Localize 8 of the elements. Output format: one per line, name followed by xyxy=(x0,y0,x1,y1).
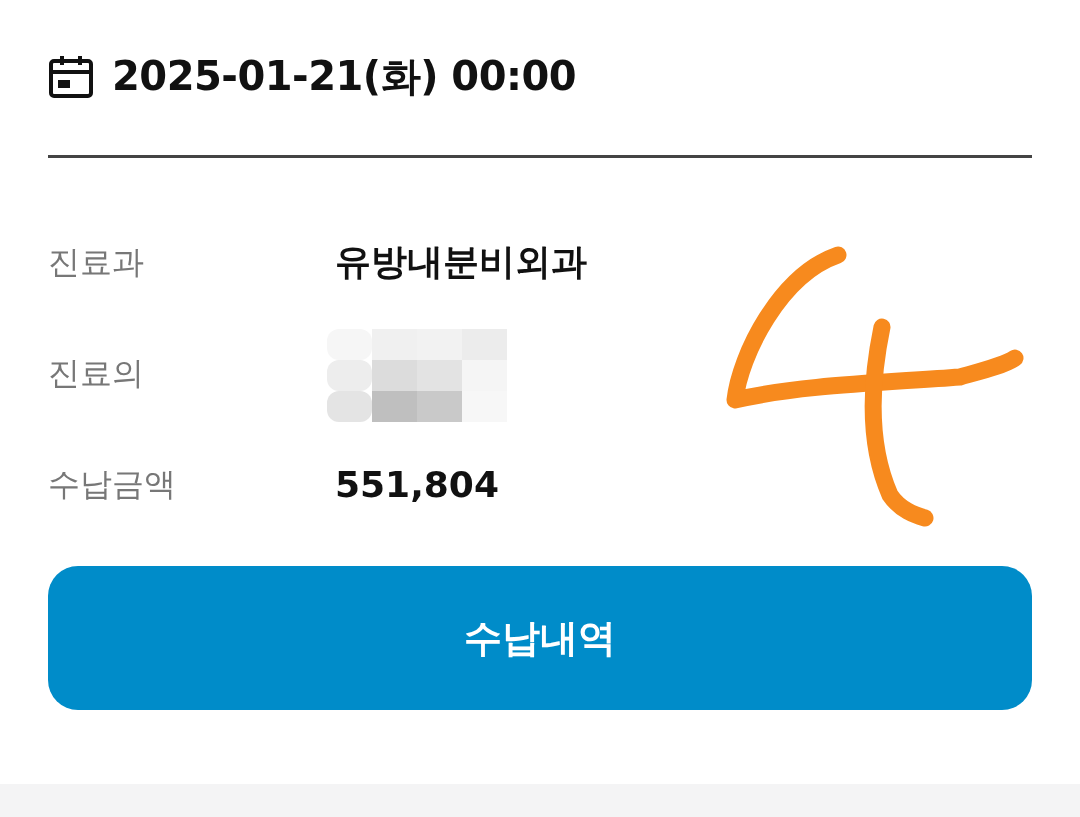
appointment-date: 2025-01-21(화) 00:00 xyxy=(112,52,577,101)
detail-label: 진료의 xyxy=(48,352,145,394)
calendar-icon xyxy=(48,53,94,100)
detail-label: 수납금액 xyxy=(48,463,177,505)
detail-value: 유방내분비외과 xyxy=(335,240,587,284)
payment-history-button[interactable]: 수납내역 xyxy=(48,566,1032,710)
detail-value: 551,804 xyxy=(335,464,499,505)
detail-label: 진료과 xyxy=(48,241,145,283)
